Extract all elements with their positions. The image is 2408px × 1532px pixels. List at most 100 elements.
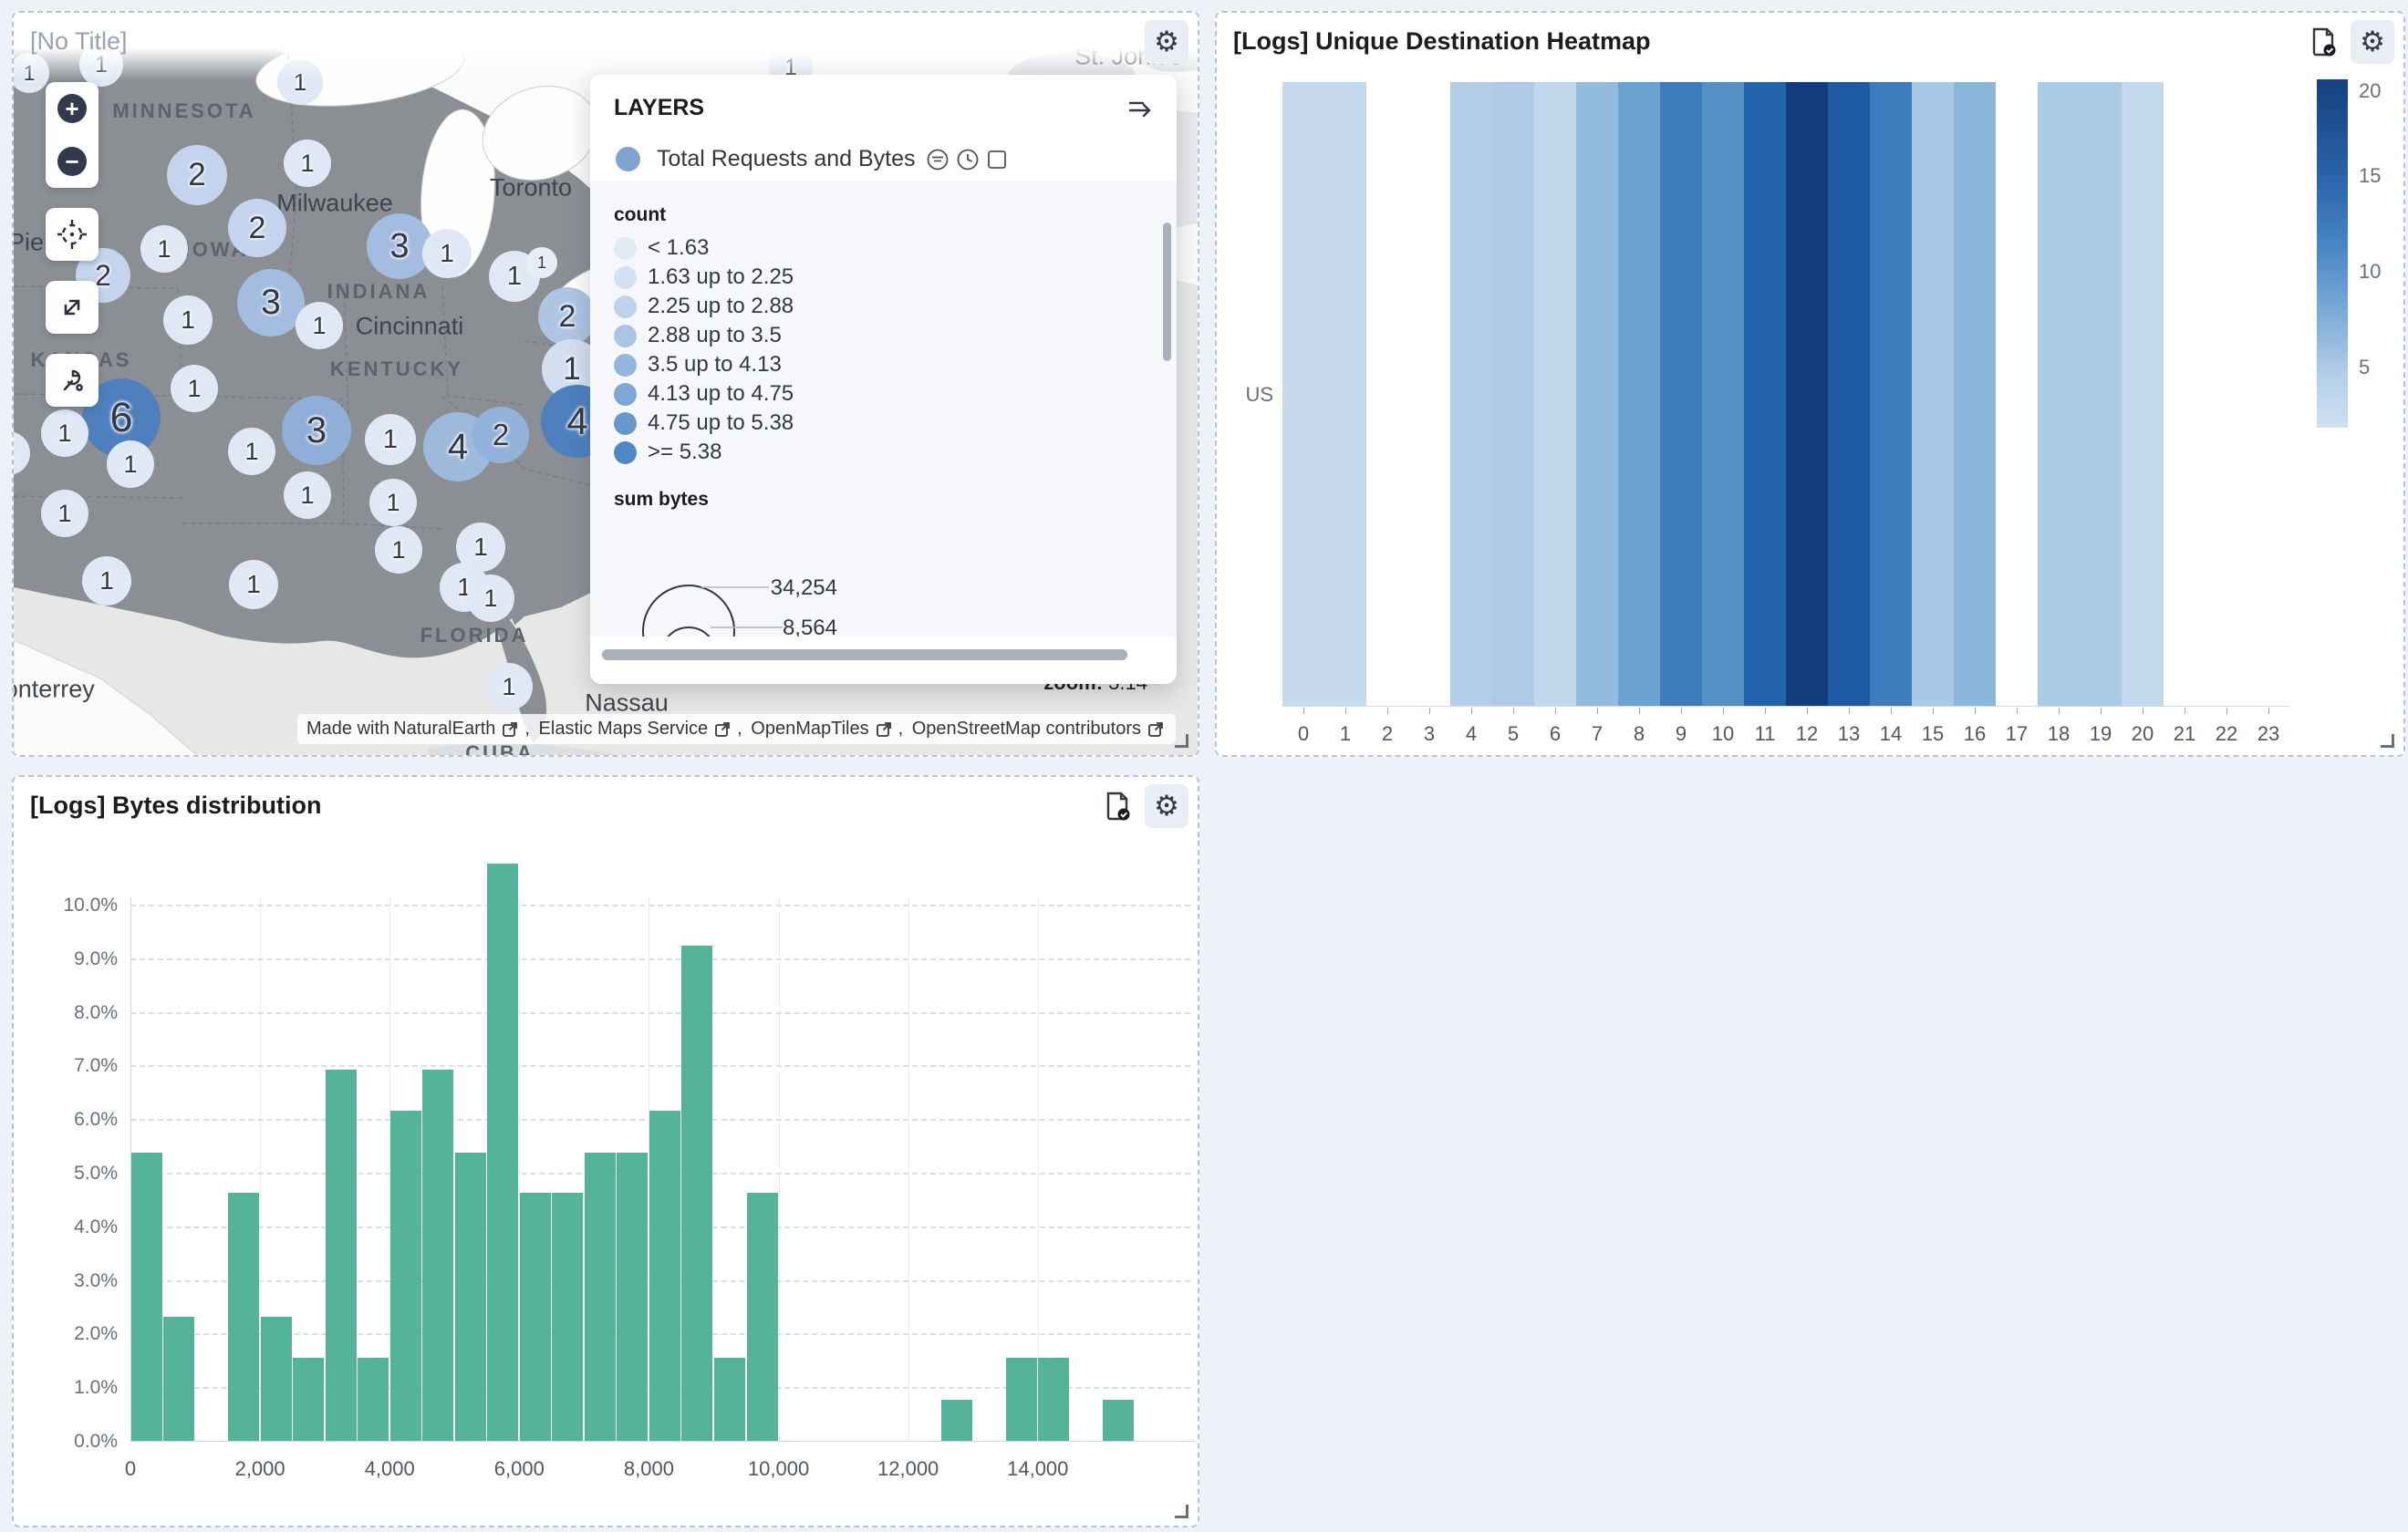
map-cluster-bubble[interactable]: 1 — [82, 556, 131, 606]
panel-options-button[interactable]: ⚙ — [1145, 20, 1188, 64]
set-view-button[interactable] — [46, 208, 99, 261]
map-cluster-bubble[interactable]: 1 — [12, 431, 30, 475]
heatmap-cell[interactable] — [1408, 82, 1450, 706]
heatmap-x-tick — [1429, 708, 1430, 714]
save-to-library-button[interactable] — [2301, 20, 2345, 64]
heatmap-cell[interactable] — [1870, 82, 1912, 706]
map-cluster-bubble[interactable]: 1 — [41, 490, 88, 537]
histogram-bar[interactable] — [520, 1193, 551, 1441]
attribution-link[interactable]: OpenMapTiles — [751, 719, 868, 740]
heatmap-cell[interactable] — [1702, 82, 1744, 706]
histogram-bar[interactable] — [455, 1153, 486, 1441]
map-cluster-bubble[interactable]: 1 — [163, 295, 213, 345]
histogram-bar[interactable] — [326, 1070, 357, 1441]
heatmap-cell[interactable] — [1912, 82, 1954, 706]
histogram-bar[interactable] — [163, 1317, 194, 1441]
histogram-bar[interactable] — [1038, 1358, 1069, 1441]
heatmap-cell[interactable] — [2080, 82, 2122, 706]
heatmap-cell[interactable] — [1576, 82, 1618, 706]
histogram-bar[interactable] — [228, 1193, 259, 1441]
map-cluster-bubble[interactable]: 2 — [228, 199, 286, 257]
map-cluster-bubble[interactable]: 1 — [228, 428, 275, 475]
map-cluster-bubble[interactable]: 1 — [467, 574, 514, 622]
histogram-bar[interactable] — [681, 946, 712, 1441]
heatmap-cell[interactable] — [2247, 82, 2289, 706]
map-cluster-bubble[interactable]: 2 — [167, 145, 227, 205]
map-cluster-bubble[interactable]: 1 — [284, 140, 331, 187]
heatmap-cell[interactable] — [1618, 82, 1660, 706]
histogram-bar[interactable] — [747, 1193, 778, 1441]
map-cluster-bubble[interactable]: 1 — [485, 663, 533, 710]
heatmap-cell[interactable] — [1324, 82, 1366, 706]
histogram-bar[interactable] — [487, 864, 518, 1441]
attribution-link[interactable]: Elastic Maps Service — [539, 719, 709, 740]
map-cluster-bubble[interactable]: 1 — [107, 440, 154, 488]
map-cluster-bubble[interactable]: 3 — [237, 269, 305, 336]
horizontal-scrollbar[interactable] — [602, 649, 1127, 660]
map-cluster-bubble[interactable]: 1 — [140, 225, 188, 273]
map-cluster-bubble[interactable]: 1 — [369, 479, 417, 526]
heatmap-x-tick — [1765, 708, 1766, 714]
histogram-bar[interactable] — [941, 1400, 972, 1441]
heatmap-cell[interactable] — [2122, 82, 2164, 706]
map-cluster-bubble[interactable]: 1 — [229, 560, 278, 609]
histogram-bar[interactable] — [358, 1358, 389, 1441]
histogram-bar[interactable] — [131, 1153, 162, 1441]
attribution-link[interactable]: NaturalEarth — [393, 719, 495, 740]
count-legend-label: 1.63 up to 2.25 — [648, 264, 794, 290]
histogram-bar[interactable] — [390, 1111, 421, 1441]
heatmap-cell[interactable] — [1660, 82, 1702, 706]
panel-options-button[interactable]: ⚙ — [2351, 20, 2394, 64]
map-cluster-bubble[interactable]: 1 — [296, 302, 343, 349]
map-cluster-bubble[interactable]: 1 — [171, 365, 218, 412]
layer-row[interactable]: Total Requests and Bytes — [590, 135, 1177, 187]
heatmap-cell[interactable] — [1828, 82, 1870, 706]
save-to-library-button[interactable] — [1095, 784, 1139, 828]
heatmap-cell[interactable] — [1786, 82, 1828, 706]
map-cluster-bubble[interactable]: 3 — [282, 396, 351, 465]
histogram-bar[interactable] — [649, 1111, 680, 1441]
histogram-bar[interactable] — [293, 1358, 324, 1441]
heatmap-cell[interactable] — [1996, 82, 2038, 706]
heatmap-cell[interactable] — [1282, 82, 1324, 706]
heatmap-cell[interactable] — [2206, 82, 2247, 706]
zoom-in-button[interactable]: + — [46, 82, 99, 135]
heatmap-cell[interactable] — [1492, 82, 1534, 706]
map-cluster-bubble[interactable]: 1 — [41, 409, 88, 457]
attribution-link[interactable]: OpenStreetMap contributors — [912, 719, 1141, 740]
histogram-bar[interactable] — [585, 1153, 616, 1441]
heatmap-cell[interactable] — [1366, 82, 1408, 706]
histogram-bar[interactable] — [552, 1193, 583, 1441]
panel-resize-handle[interactable] — [1175, 1505, 1188, 1518]
map-cluster-bubble[interactable]: 2 — [538, 287, 597, 346]
histogram-bar[interactable] — [714, 1358, 745, 1441]
map-tools-button[interactable] — [46, 354, 99, 407]
panel-title: [Logs] Unique Destination Heatmap — [1233, 27, 1651, 56]
map-cluster-bubble[interactable]: 1 — [365, 414, 416, 465]
heatmap-cell[interactable] — [1450, 82, 1492, 706]
histogram-bar[interactable] — [1006, 1358, 1037, 1441]
panel-resize-handle[interactable] — [1175, 734, 1188, 748]
map-cluster-bubble[interactable]: 1 — [526, 247, 557, 278]
histogram-bar[interactable] — [261, 1317, 292, 1441]
panel-options-button[interactable]: ⚙ — [1145, 784, 1188, 828]
histogram-bar[interactable] — [422, 1070, 453, 1441]
collapse-flyout-icon[interactable] — [1126, 93, 1155, 122]
clock-icon — [955, 147, 981, 172]
map-cluster-bubble[interactable]: 1 — [422, 229, 472, 278]
heatmap-cell[interactable] — [2038, 82, 2080, 706]
fit-to-data-button[interactable] — [46, 281, 99, 334]
heatmap-cell[interactable] — [1954, 82, 1996, 706]
checkbox-icon[interactable] — [985, 148, 1009, 171]
histogram-bar[interactable] — [1103, 1400, 1134, 1441]
heatmap-cell[interactable] — [2164, 82, 2206, 706]
map-cluster-bubble[interactable]: 1 — [284, 471, 331, 519]
heatmap-cell[interactable] — [1744, 82, 1786, 706]
map-cluster-bubble[interactable]: 1 — [375, 526, 422, 574]
histogram-bar[interactable] — [617, 1153, 648, 1441]
vertical-scrollbar[interactable] — [1163, 223, 1171, 361]
panel-resize-handle[interactable] — [2381, 734, 2394, 748]
heatmap-cell[interactable] — [1534, 82, 1576, 706]
zoom-out-button[interactable]: − — [46, 135, 99, 188]
map-cluster-bubble[interactable]: 2 — [472, 407, 529, 463]
